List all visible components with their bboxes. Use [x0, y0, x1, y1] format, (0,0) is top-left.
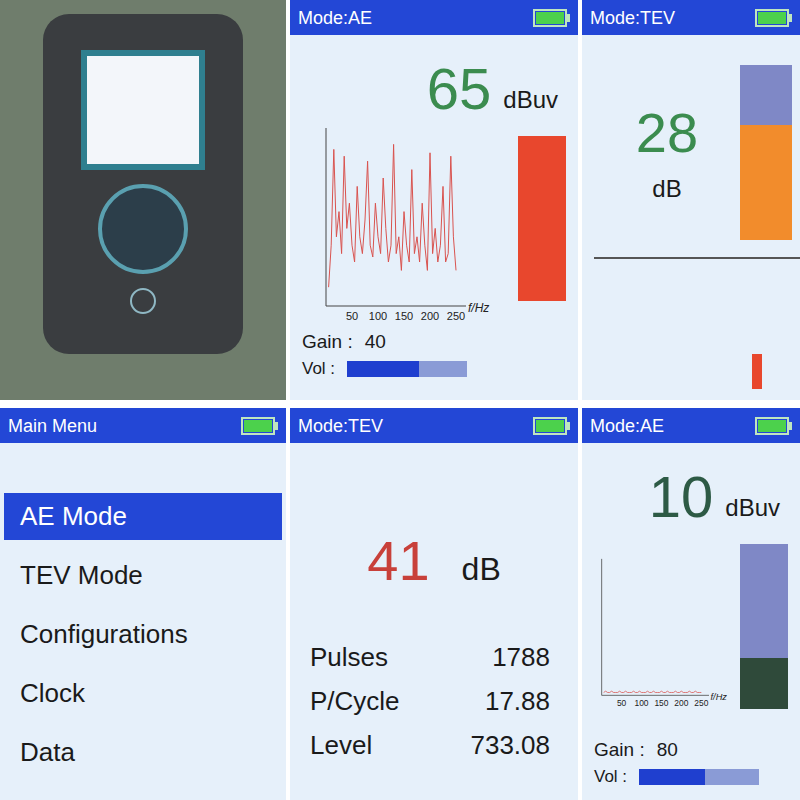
axis-tick: 200: [421, 310, 439, 322]
level-meter: [740, 544, 788, 709]
axis-tick: 150: [395, 310, 413, 322]
stat-row: Level733.08: [310, 727, 558, 763]
volume-bar[interactable]: [639, 769, 759, 785]
level-meter: [518, 136, 566, 301]
screen-header: Mode:AE: [582, 408, 800, 443]
main-menu: AE Mode TEV Mode Configurations Clock Data: [0, 443, 286, 800]
pulse-bar: [752, 354, 762, 389]
stat-row: Pulses1788: [310, 639, 558, 675]
meter-fill: [740, 125, 792, 241]
screen-header: Mode:AE: [290, 0, 578, 35]
device-screen: Mode:TEV 41dB Pulses1788 P/Cycle17.88 Level7…: [290, 408, 578, 800]
device-photo: [0, 0, 286, 400]
battery-icon: [755, 417, 792, 435]
axis-tick: 100: [369, 310, 387, 322]
divider-line: [594, 257, 800, 259]
axis-label: f/Hz: [468, 301, 489, 315]
axis-tick: 100: [635, 698, 649, 708]
battery-icon: [755, 9, 792, 27]
reading: 28dB: [594, 65, 740, 201]
volume-row: Vol :: [302, 358, 566, 380]
screen-header: Main Menu: [0, 408, 286, 443]
stat-row: P/Cycle17.88: [310, 683, 558, 719]
spectrum-line: [604, 691, 702, 692]
volume-row: Vol :: [594, 766, 788, 788]
collage: Mode:AE65dBuv50100150200250f/HzGain :40V…: [0, 0, 800, 800]
axis-tick: 250: [694, 698, 708, 708]
axis-tick: 50: [617, 698, 627, 708]
axis-tick: 150: [654, 698, 668, 708]
menu-item[interactable]: Clock: [4, 670, 282, 717]
screen-header: Mode:TEV: [582, 0, 800, 35]
mode-title: Mode:TEV: [298, 417, 383, 435]
screen-header: Mode:TEV: [290, 408, 578, 443]
axis-tick: 250: [447, 310, 465, 322]
gain-row: Gain :40: [302, 330, 566, 354]
meter-fill: [518, 136, 566, 301]
gain-row: Gain :80: [594, 738, 788, 762]
device-screen: Main Menu AE Mode TEV Mode Configurations Cl…: [0, 408, 286, 800]
menu-item[interactable]: Data: [4, 729, 282, 776]
menu-item[interactable]: TEV Mode: [4, 552, 282, 599]
meter-fill: [740, 658, 788, 709]
axis-tick: 200: [674, 698, 688, 708]
spectrum-chart: 50 100 150 200 250f/Hz: [302, 126, 510, 326]
volume-bar[interactable]: [347, 361, 467, 377]
battery-icon: [533, 9, 570, 27]
battery-icon: [241, 417, 278, 435]
mode-title: Mode:TEV: [590, 9, 675, 27]
reading: 65dBuv: [302, 43, 566, 118]
battery-icon: [533, 417, 570, 435]
device-screen: Mode:TEV 28dB: [582, 0, 800, 400]
spectrum-line: [329, 144, 456, 287]
mode-title: Main Menu: [8, 417, 97, 435]
axis-label: f/Hz: [711, 692, 728, 702]
mode-title: Mode:AE: [298, 9, 372, 27]
device-screen: Mode:AE 65dBuv 50 100 150 200 250f/Hz Gain :40 V…: [290, 0, 578, 400]
device-screen: Mode:AE 10dBuv 50 100 150 200 250f/Hz Gain :80 V…: [582, 408, 800, 800]
reading: 41dB: [290, 533, 578, 589]
spectrum-chart: 50 100 150 200 250f/Hz: [594, 534, 732, 734]
menu-item[interactable]: Configurations: [4, 611, 282, 658]
mode-title: Mode:AE: [590, 417, 664, 435]
level-meter: [740, 65, 792, 240]
axis-tick: 50: [346, 310, 358, 322]
menu-item[interactable]: AE Mode: [4, 493, 282, 540]
reading: 10dBuv: [594, 451, 788, 526]
